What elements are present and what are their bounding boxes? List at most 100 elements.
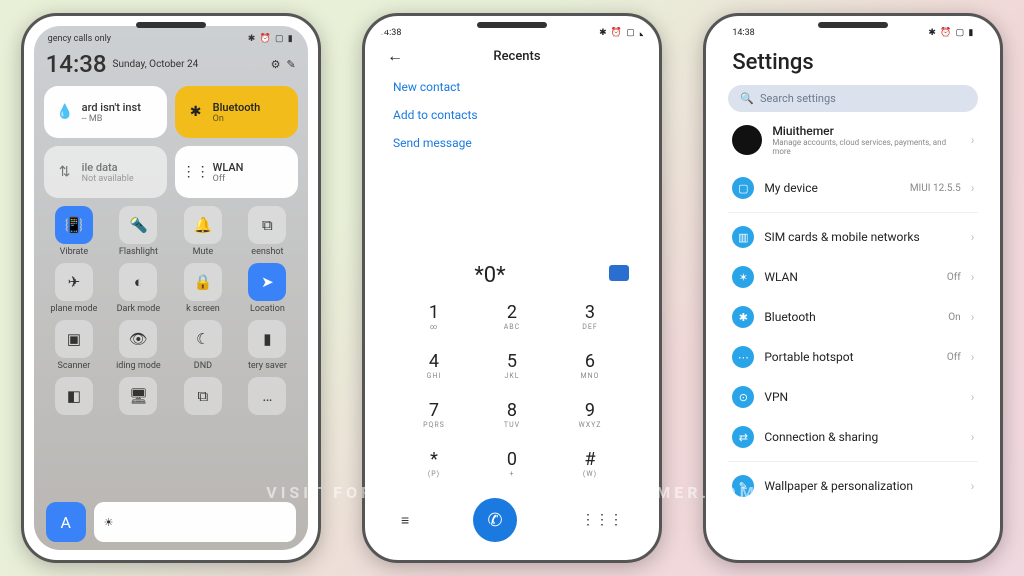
qs-label: iding mode bbox=[116, 361, 161, 371]
carrier-label: gency calls only bbox=[48, 34, 111, 44]
account-row[interactable]: Miuithemer Manage accounts, cloud servic… bbox=[728, 112, 978, 168]
row-label: VPN bbox=[764, 390, 960, 404]
status-bar: 14:38 ✱ ⏰ ▢ ▮ bbox=[375, 26, 649, 40]
menu-icon[interactable]: ≡ bbox=[401, 512, 409, 529]
tile-bluetooth[interactable]: ✱ BluetoothOn bbox=[175, 86, 298, 138]
settings-row-portable-hotspot[interactable]: ⋯Portable hotspotOff› bbox=[728, 337, 978, 377]
link-new-contact[interactable]: New contact bbox=[393, 80, 631, 94]
search-settings[interactable]: 🔍 Search settings bbox=[728, 85, 978, 112]
key-3[interactable]: 3DEF bbox=[551, 292, 629, 341]
qs-eenshot[interactable]: ⧉ eenshot bbox=[237, 206, 298, 257]
chevron-right-icon: › bbox=[971, 181, 975, 195]
qs-icon: 🖥 bbox=[119, 377, 157, 415]
key-6[interactable]: 6MNO bbox=[551, 341, 629, 390]
link-add-to-contacts[interactable]: Add to contacts bbox=[393, 108, 631, 122]
brightness-slider[interactable]: ☀ bbox=[94, 502, 296, 542]
qs-icon: ⧉ bbox=[248, 206, 286, 244]
row-icon: ⊙ bbox=[732, 386, 754, 408]
qs-icon: ◐ bbox=[119, 263, 157, 301]
status-bar: 14:38 ✱ ⏰ ▢ ▮ bbox=[728, 26, 978, 40]
call-button[interactable]: ✆ bbox=[473, 498, 517, 542]
tile-wlan[interactable]: ⋮⋮ WLANOff bbox=[175, 146, 298, 198]
qs-plane-mode[interactable]: ✈plane mode bbox=[44, 263, 105, 314]
edit-icon[interactable]: ✎ bbox=[286, 58, 295, 71]
account-name: Miuithemer bbox=[772, 124, 960, 138]
row-label: Connection & sharing bbox=[764, 430, 960, 444]
settings-row-my-device[interactable]: ▢My deviceMIUI 12.5.5› bbox=[728, 168, 978, 208]
keypad: 1∞2ABC3DEF 4GHI5JKL6MNO 7PQRS8TUV9WXYZ *(P)… bbox=[375, 292, 649, 488]
chevron-right-icon: › bbox=[971, 133, 975, 147]
backspace-icon[interactable] bbox=[609, 265, 629, 281]
tile-data-usage[interactable]: 💧 ard isn't inst-- MB bbox=[44, 86, 167, 138]
row-label: Bluetooth bbox=[764, 310, 938, 324]
qs-label: Scanner bbox=[58, 361, 91, 371]
control-center-screen: gency calls only ✱ ⏰ ▢ ▮ 14:38 Sunday, O… bbox=[34, 26, 308, 550]
row-label: Wallpaper & personalization bbox=[764, 479, 960, 493]
tile-mobile-data[interactable]: ⇅ ile dataNot available bbox=[44, 146, 167, 198]
dialpad-toggle-icon[interactable]: ⋮⋮⋮ bbox=[581, 512, 623, 528]
settings-row-wlan[interactable]: ✶WLANOff› bbox=[728, 257, 978, 297]
divider bbox=[728, 461, 978, 462]
qs-dnd[interactable]: ☾DND bbox=[173, 320, 234, 371]
key-#[interactable]: #(W) bbox=[551, 439, 629, 488]
key-2[interactable]: 2ABC bbox=[473, 292, 551, 341]
row-value: On bbox=[948, 312, 960, 323]
qs-tile-14[interactable]: ⧉ bbox=[173, 377, 234, 418]
account-sub: Manage accounts, cloud services, payment… bbox=[772, 138, 960, 156]
link-send-message[interactable]: Send message bbox=[393, 136, 631, 150]
qs-tile-15[interactable]: … bbox=[237, 377, 298, 418]
search-placeholder: Search settings bbox=[760, 92, 836, 105]
chevron-right-icon: › bbox=[971, 230, 975, 244]
dialed-number-display: *0* bbox=[375, 255, 649, 292]
chevron-right-icon: › bbox=[971, 479, 975, 493]
key-0[interactable]: 0+ bbox=[473, 439, 551, 488]
key-1[interactable]: 1∞ bbox=[395, 292, 473, 341]
qs-dark-mode[interactable]: ◐Dark mode bbox=[108, 263, 169, 314]
qs-iding-mode[interactable]: 👁iding mode bbox=[108, 320, 169, 371]
phone-frame-1: gency calls only ✱ ⏰ ▢ ▮ 14:38 Sunday, O… bbox=[21, 13, 321, 563]
qs-k-screen[interactable]: 🔒 k screen bbox=[173, 263, 234, 314]
key-8[interactable]: 8TUV bbox=[473, 390, 551, 439]
row-value: Off bbox=[947, 352, 961, 363]
row-label: My device bbox=[764, 181, 900, 195]
key-7[interactable]: 7PQRS bbox=[395, 390, 473, 439]
settings-row-connection-sharing[interactable]: ⇄Connection & sharing› bbox=[728, 417, 978, 457]
settings-row-bluetooth[interactable]: ✱BluetoothOn› bbox=[728, 297, 978, 337]
brightness-icon: ☀ bbox=[104, 516, 114, 529]
settings-row-wallpaper-personalization[interactable]: ✎Wallpaper & personalization› bbox=[728, 466, 978, 506]
settings-row-sim-cards-mobile-networks[interactable]: ▥SIM cards & mobile networks› bbox=[728, 217, 978, 257]
water-icon: 💧 bbox=[54, 101, 76, 123]
cc-time: 14:38 bbox=[46, 50, 107, 78]
settings-row-vpn[interactable]: ⊙VPN› bbox=[728, 377, 978, 417]
status-time: 14:38 bbox=[379, 28, 401, 38]
key-4[interactable]: 4GHI bbox=[395, 341, 473, 390]
status-time: 14:38 bbox=[732, 28, 754, 38]
qs-icon: 🔒 bbox=[184, 263, 222, 301]
row-icon: ⋯ bbox=[732, 346, 754, 368]
phone-icon: ✆ bbox=[488, 510, 503, 531]
qs-mute[interactable]: 🔔Mute bbox=[173, 206, 234, 257]
key-*[interactable]: *(P) bbox=[395, 439, 473, 488]
qs-icon: ▮ bbox=[248, 320, 286, 358]
qs-flashlight[interactable]: 🔦Flashlight bbox=[108, 206, 169, 257]
settings-icon[interactable]: ⚙ bbox=[271, 58, 281, 71]
qs-tile-13[interactable]: 🖥 bbox=[108, 377, 169, 418]
dialer-screen: 14:38 ✱ ⏰ ▢ ▮ ← Recents New contact Add … bbox=[375, 26, 649, 550]
bluetooth-icon: ✱ bbox=[185, 101, 207, 123]
qs-label: eenshot bbox=[251, 247, 283, 257]
qs-vibrate[interactable]: 📳Vibrate bbox=[44, 206, 105, 257]
key-5[interactable]: 5JKL bbox=[473, 341, 551, 390]
qs-icon: … bbox=[248, 377, 286, 415]
qs-label: k screen bbox=[186, 304, 220, 314]
qs-scanner[interactable]: ▣Scanner bbox=[44, 320, 105, 371]
qs-tery-saver[interactable]: ▮tery saver bbox=[237, 320, 298, 371]
key-9[interactable]: 9WXYZ bbox=[551, 390, 629, 439]
status-icons: ✱ ⏰ ▢ ▮ bbox=[248, 34, 294, 44]
font-toggle[interactable]: A bbox=[46, 502, 86, 542]
qs-location[interactable]: ➤Location bbox=[237, 263, 298, 314]
qs-icon: ➤ bbox=[248, 263, 286, 301]
qs-tile-12[interactable]: ◧ bbox=[44, 377, 105, 418]
settings-screen: 14:38 ✱ ⏰ ▢ ▮ Settings 🔍 Search settings… bbox=[716, 26, 990, 550]
row-value: Off bbox=[947, 272, 961, 283]
quick-settings-grid: 📳Vibrate🔦Flashlight🔔Mute ⧉ eenshot ✈plane m… bbox=[44, 206, 298, 418]
